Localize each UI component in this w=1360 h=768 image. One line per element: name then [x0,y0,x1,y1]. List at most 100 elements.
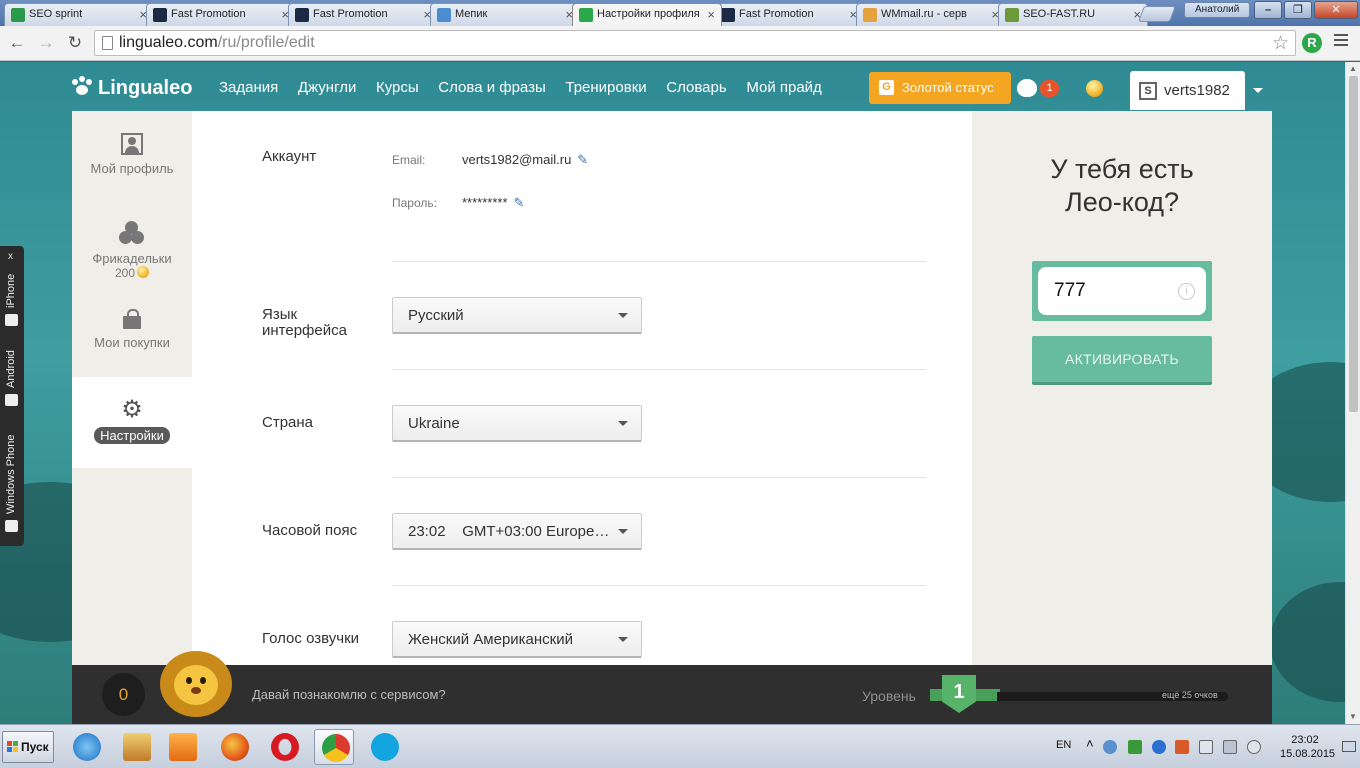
url-path: /ru/profile/edit [217,34,315,51]
new-tab-button[interactable] [1138,6,1176,22]
gear-icon: ⚙ [121,396,143,423]
browser-tab[interactable]: SEO sprint × [4,3,154,26]
start-button[interactable]: Пуск [2,731,54,763]
url-text[interactable]: lingualeo.com/ru/profile/edit [119,34,315,52]
bookmark-star-icon[interactable]: ☆ [1272,32,1289,55]
nav-item-jungle[interactable]: Джунгли [298,79,356,96]
tray-expand-icon[interactable]: ˄ [1086,736,1094,751]
os-user-badge[interactable]: Анатолий [1184,2,1251,18]
nvidia-icon[interactable] [1128,740,1142,754]
nav-item-trainings[interactable]: Тренировки [565,79,646,96]
voice-title: Голос озвучки [262,630,360,647]
activate-button[interactable]: АКТИВИРОВАТЬ [1032,336,1212,385]
info-icon[interactable]: i [1178,283,1195,300]
scrollbar-thumb[interactable] [1349,76,1358,412]
network-icon[interactable] [1223,740,1237,754]
scroll-up-icon[interactable]: ▲ [1349,64,1357,73]
nav-item-tasks[interactable]: Задания [219,79,278,96]
lingualeo-logo[interactable]: Lingualeo [72,76,192,100]
sidebar-item-my-profile[interactable]: Мой профиль [72,133,192,176]
tab-title: SEO-FAST.RU [1023,8,1096,20]
tab-title: Fast Promotion [313,8,388,20]
firefox-taskbar-button[interactable] [214,729,254,765]
chevron-down-icon [618,637,628,642]
extension-r-icon[interactable]: R [1302,33,1322,53]
info-tray-icon[interactable] [1152,740,1166,754]
device-panel-close-icon[interactable]: x [8,251,13,262]
opera-taskbar-button[interactable] [264,729,304,765]
timezone-value: 23:02 GMT+03:00 Europe/Kiev [408,523,613,540]
system-clock[interactable]: 23:02 15.08.2015 [1280,733,1336,761]
sidebar-item-my-purchases[interactable]: Мои покупки [72,309,192,350]
browser-menu-icon[interactable] [1334,34,1348,48]
tour-prompt-link[interactable]: Давай познакомлю с сервисом? [252,687,446,702]
logo-text: Lingualeo [98,77,193,99]
clock-date: 15.08.2015 [1280,748,1336,760]
lion-mascot-icon[interactable] [160,651,232,724]
user-avatar-icon: S [1139,82,1157,100]
device-panel: x iPhone Android Windows Phone [0,246,24,546]
tab-close-icon[interactable]: × [707,7,715,22]
skype-taskbar-button[interactable] [364,729,404,765]
windows-taskbar: Пуск EN ˄ 23:02 15.08.2015 [0,724,1360,768]
voice-select[interactable]: Женский Американский [392,621,642,658]
minimize-button[interactable]: – [1254,1,1282,19]
forward-arrow-icon[interactable]: → [35,32,57,54]
browser-tab[interactable]: Fast Promotion × [288,3,438,26]
notifications-icon[interactable] [1017,77,1041,99]
android-link[interactable]: Android [5,350,17,388]
show-desktop-icon[interactable] [1342,741,1356,752]
network-globe-icon[interactable] [1103,740,1117,754]
sidebar-item-label: Настройки [94,427,170,444]
gold-status-button[interactable]: G Золотой статус [869,72,1011,104]
meatball-coin-icon[interactable] [1086,80,1103,97]
tab-favicon-icon [579,8,593,22]
chrome-taskbar-button[interactable] [314,729,354,765]
internet-explorer-icon [73,733,101,761]
iphone-link[interactable]: iPhone [5,274,17,308]
divider [392,585,926,586]
action-center-flag-icon[interactable] [1199,740,1213,754]
android-icon[interactable] [5,394,18,406]
page-scrollbar[interactable]: ▲ ▼ [1345,62,1360,724]
windows-phone-link[interactable]: Windows Phone [5,435,17,515]
keyboard-language[interactable]: EN [1056,739,1071,751]
score-badge[interactable]: 0 [102,673,145,716]
browser-tab[interactable]: Настройки профиля × [572,3,722,26]
address-bar[interactable]: lingualeo.com/ru/profile/edit ☆ [94,30,1296,56]
browser-tab[interactable]: SEO-FAST.RU × [998,3,1148,26]
browser-tab[interactable]: Fast Promotion × [714,3,864,26]
nav-item-courses[interactable]: Курсы [376,79,419,96]
close-window-button[interactable]: ✕ [1314,1,1358,19]
nav-item-my-pride[interactable]: Мой прайд [746,79,822,96]
volume-alert-icon[interactable] [1175,740,1189,754]
explorer-taskbar-button[interactable] [116,729,156,765]
edit-email-pencil-icon[interactable]: ✎ [577,152,591,167]
sidebar-item-meatballs[interactable]: Фрикадельки 200 [72,221,192,280]
level-label: Уровень [862,688,916,704]
windows-icon[interactable] [5,520,18,532]
user-menu-caret-icon[interactable] [1253,88,1263,93]
media-player-taskbar-button[interactable] [162,729,202,765]
browser-tab[interactable]: Мепик × [430,3,580,26]
browser-tab[interactable]: Fast Promotion × [146,3,296,26]
speaker-icon[interactable] [1247,740,1261,754]
edit-password-pencil-icon[interactable]: ✎ [514,195,528,210]
user-menu[interactable]: S verts1982 [1130,71,1245,110]
interface-language-value: Русский [408,307,464,324]
ie-taskbar-button[interactable] [66,729,106,765]
back-arrow-icon[interactable]: ← [6,32,28,54]
reload-icon[interactable]: ↻ [64,32,86,54]
apple-icon[interactable] [5,314,18,326]
nav-item-words-phrases[interactable]: Слова и фразы [438,79,545,96]
nav-item-dictionary[interactable]: Словарь [666,79,726,96]
sidebar-item-settings[interactable]: ⚙ Настройки [72,377,192,468]
tab-title: Мепик [455,8,488,20]
scroll-down-icon[interactable]: ▼ [1349,712,1357,721]
interface-language-select[interactable]: Русский [392,297,642,334]
browser-tab[interactable]: WMmail.ru - серв × [856,3,1006,26]
notifications-badge[interactable]: 1 [1040,80,1059,97]
timezone-select[interactable]: 23:02 GMT+03:00 Europe/Kiev [392,513,642,550]
restore-button[interactable]: ❐ [1284,1,1312,19]
country-select[interactable]: Ukraine [392,405,642,442]
